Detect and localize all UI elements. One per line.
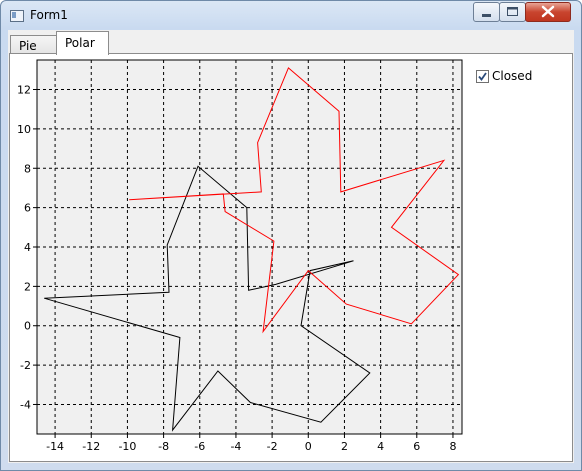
x-tick-label: -6 <box>194 440 205 453</box>
app-icon <box>10 10 24 22</box>
x-tick-label: -8 <box>158 440 169 453</box>
y-tick-label: 8 <box>24 162 31 175</box>
x-tick-label: 6 <box>413 440 420 453</box>
y-tick-label: 12 <box>17 84 31 97</box>
x-tick-label: 0 <box>305 440 312 453</box>
closed-label: Closed <box>492 69 533 83</box>
y-tick-label: 2 <box>24 280 31 293</box>
tab-pie[interactable]: Pie <box>10 35 58 55</box>
x-tick-label: 8 <box>449 440 456 453</box>
y-tick-label: -4 <box>20 398 31 411</box>
tab-polar[interactable]: Polar <box>56 31 109 55</box>
window-title: Form1 <box>30 8 68 22</box>
minimize-icon <box>482 14 491 17</box>
x-tick-label: 4 <box>377 440 384 453</box>
maximize-icon <box>507 7 518 16</box>
title-bar[interactable]: Form1 <box>1 1 581 29</box>
polar-chart: -14 -12 -10 -8 -6 -4 -2 0 2 4 6 8 -4 -2 0 2 4 6 8 10 12 <box>17 59 463 453</box>
x-tick-label: -10 <box>118 440 136 453</box>
close-icon <box>541 5 555 18</box>
y-tick-label: 0 <box>24 320 31 333</box>
app-window: Form1 Pie Polar -14 -12 -10 -8 -6 -4 -2 … <box>0 0 582 471</box>
x-tick-label: -4 <box>230 440 241 453</box>
x-tick-label: -2 <box>267 440 278 453</box>
x-tick-label: -12 <box>82 440 100 453</box>
x-tick-label: -14 <box>46 440 64 453</box>
x-tick-label: 2 <box>341 440 348 453</box>
close-button[interactable] <box>525 2 571 22</box>
y-tick-label: 6 <box>24 202 31 215</box>
minimize-button[interactable] <box>473 2 500 22</box>
maximize-button[interactable] <box>499 2 526 22</box>
y-tick-label: -2 <box>20 359 31 372</box>
check-mark-icon <box>478 72 487 81</box>
y-tick-label: 10 <box>17 123 31 136</box>
checkbox-box[interactable] <box>476 70 489 83</box>
polar-tab-page: -14 -12 -10 -8 -6 -4 -2 0 2 4 6 8 -4 -2 0 2 4 6 8 10 12 Clos… <box>9 53 573 462</box>
client-area: Pie Polar -14 -12 -10 -8 -6 -4 -2 0 2 4 6 8 -4 -2 0 2 4 6… <box>8 30 574 463</box>
y-tick-label: 4 <box>24 241 31 254</box>
